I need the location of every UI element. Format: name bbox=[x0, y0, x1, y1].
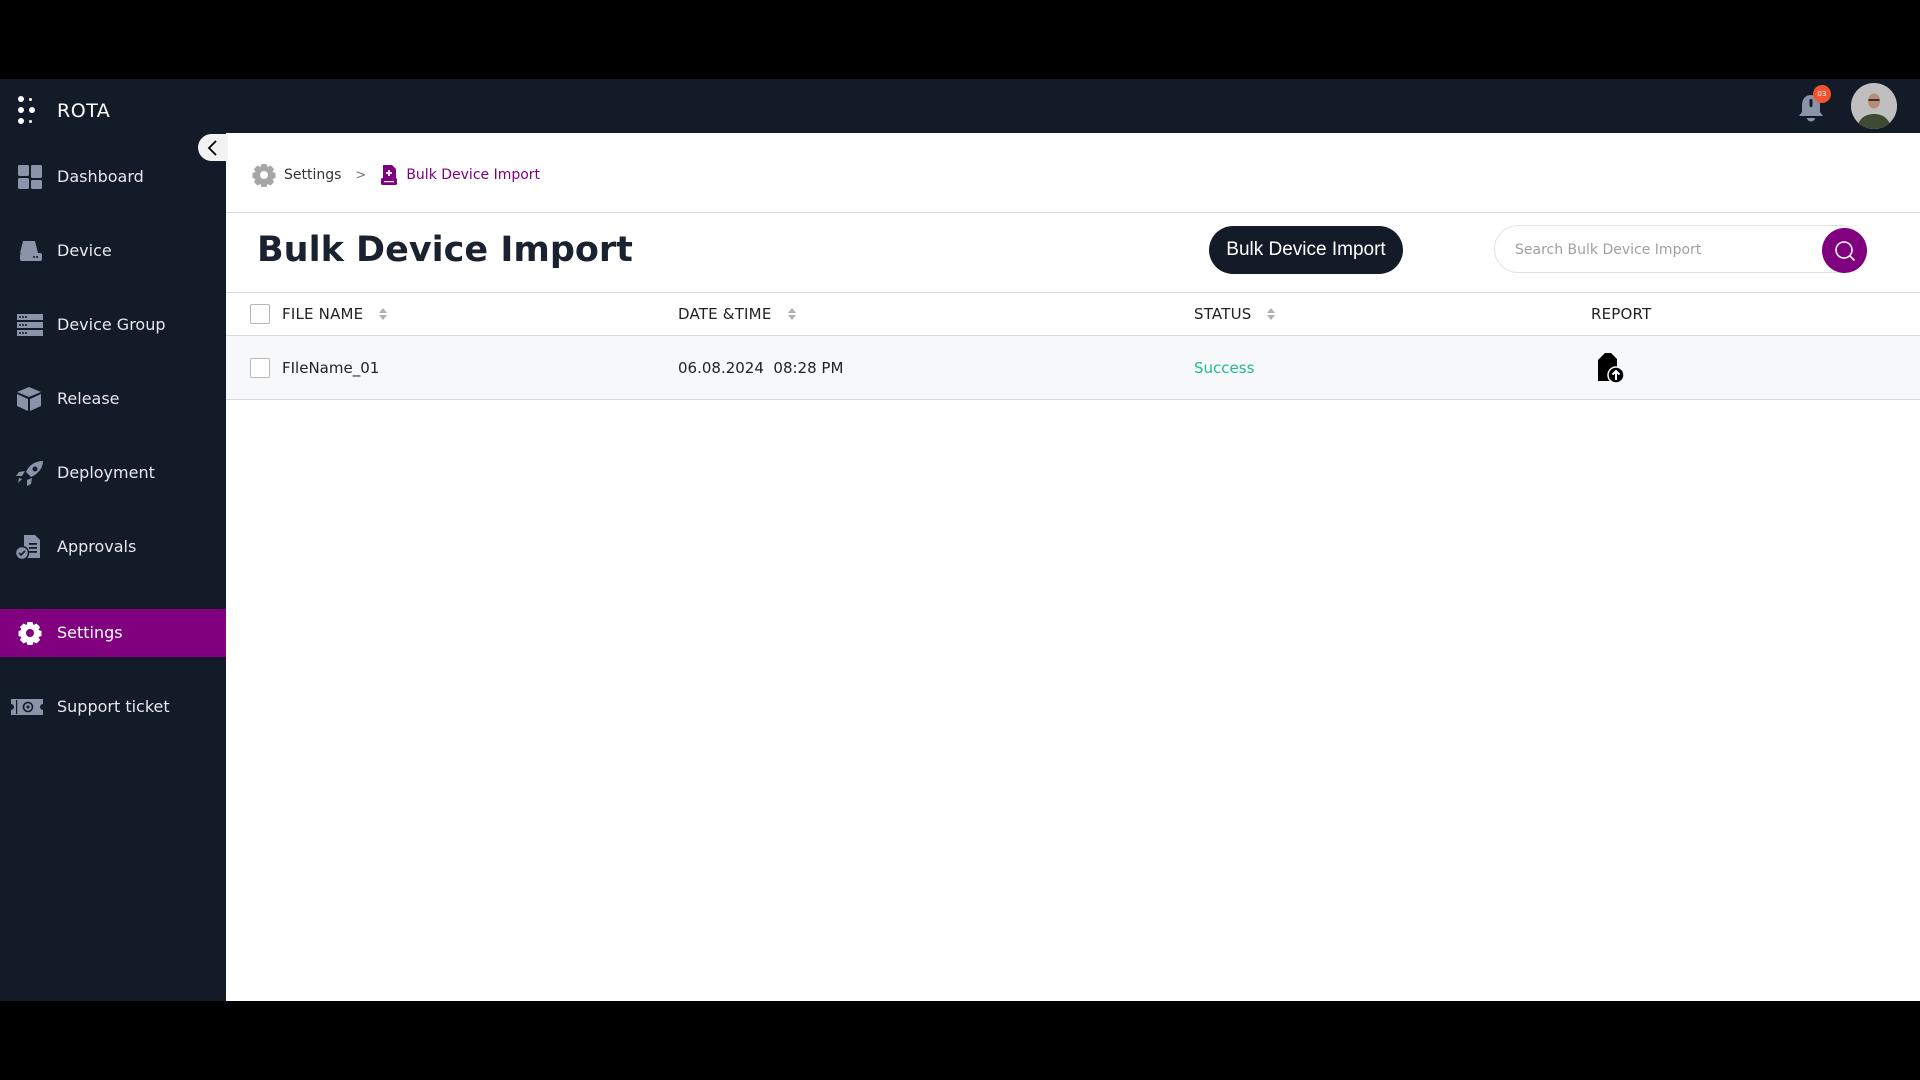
app-window: ROTA 03 Dashboard Device Device Group Re… bbox=[0, 79, 1920, 1001]
approvals-icon bbox=[14, 535, 40, 560]
device-icon bbox=[20, 241, 42, 261]
search-icon bbox=[1834, 240, 1855, 261]
sort-icon[interactable] bbox=[787, 306, 797, 322]
column-header-date-time[interactable]: DATE &TIME bbox=[678, 292, 797, 335]
column-header-file-name[interactable]: FILE NAME bbox=[282, 292, 388, 335]
select-all-checkbox[interactable] bbox=[250, 303, 270, 324]
column-header-report: REPORT bbox=[1591, 304, 1652, 323]
cell-report bbox=[1591, 336, 1627, 399]
sidebar-item-label: Support ticket bbox=[57, 697, 170, 716]
device-import-icon bbox=[381, 165, 398, 185]
breadcrumb-current: Bulk Device Import bbox=[406, 167, 541, 183]
main-content: Settings > Bulk Device Import Bulk Devic… bbox=[226, 133, 1920, 1001]
sidebar-item-approvals[interactable]: Approvals bbox=[0, 523, 226, 571]
bulk-device-import-button[interactable]: Bulk Device Import bbox=[1209, 226, 1403, 274]
device-group-icon bbox=[17, 314, 43, 336]
dashboard-icon bbox=[18, 165, 42, 189]
sidebar: Dashboard Device Device Group Release De… bbox=[0, 133, 226, 1001]
header-divider bbox=[226, 212, 1920, 213]
breadcrumb-settings-link[interactable]: Settings bbox=[284, 167, 341, 183]
user-avatar-image bbox=[1851, 83, 1897, 129]
sidebar-item-label: Approvals bbox=[57, 537, 137, 556]
app-name: ROTA bbox=[57, 100, 111, 122]
sidebar-item-label: Deployment bbox=[57, 463, 155, 482]
gear-icon bbox=[252, 164, 276, 187]
file-upload-icon[interactable] bbox=[1591, 350, 1627, 386]
cell-date-time: 06.08.2024 08:28 PM bbox=[678, 358, 844, 377]
sidebar-item-settings[interactable]: Settings bbox=[0, 609, 226, 657]
sidebar-item-deployment[interactable]: Deployment bbox=[0, 449, 226, 497]
logo-icon bbox=[18, 96, 38, 126]
ticket-icon bbox=[11, 699, 43, 715]
sort-icon[interactable] bbox=[379, 306, 388, 322]
table-row-divider bbox=[226, 399, 1920, 400]
page-title: Bulk Device Import bbox=[257, 230, 633, 270]
sidebar-item-label: Release bbox=[57, 389, 120, 408]
chevron-left-icon bbox=[207, 139, 217, 156]
cell-file-name: FIleName_01 bbox=[282, 358, 380, 377]
sidebar-item-dashboard[interactable]: Dashboard bbox=[0, 153, 226, 201]
avatar[interactable] bbox=[1851, 83, 1897, 129]
gear-icon bbox=[18, 622, 42, 645]
sidebar-item-device[interactable]: Device bbox=[0, 227, 226, 275]
box-icon bbox=[17, 387, 41, 411]
sidebar-item-release[interactable]: Release bbox=[0, 375, 226, 423]
column-header-status[interactable]: STATUS bbox=[1194, 292, 1276, 335]
breadcrumb-separator: > bbox=[355, 167, 367, 183]
row-checkbox[interactable] bbox=[250, 357, 270, 378]
cell-status: Success bbox=[1194, 358, 1255, 377]
search-box bbox=[1494, 225, 1864, 273]
search-input[interactable] bbox=[1515, 238, 1815, 262]
brand[interactable]: ROTA bbox=[18, 96, 110, 126]
breadcrumb: Settings > Bulk Device Import bbox=[252, 163, 540, 187]
sidebar-item-device-group[interactable]: Device Group bbox=[0, 301, 226, 349]
sidebar-item-label: Device Group bbox=[57, 315, 166, 334]
collapse-sidebar-button[interactable] bbox=[198, 134, 228, 161]
sidebar-item-label: Device bbox=[57, 241, 112, 260]
notification-badge: 03 bbox=[1813, 85, 1831, 103]
rocket-icon bbox=[16, 461, 43, 486]
sort-icon[interactable] bbox=[1267, 306, 1276, 322]
sidebar-item-label: Dashboard bbox=[57, 167, 144, 186]
sidebar-item-label: Settings bbox=[57, 623, 123, 642]
sidebar-item-support-ticket[interactable]: Support ticket bbox=[0, 683, 226, 731]
table-header: FILE NAME DATE &TIME STATUS REPORT bbox=[226, 292, 1920, 335]
top-bar: ROTA 03 bbox=[0, 79, 1920, 133]
table-row[interactable]: FIleName_01 06.08.2024 08:28 PM Success bbox=[226, 336, 1920, 399]
search-button[interactable] bbox=[1822, 228, 1867, 273]
